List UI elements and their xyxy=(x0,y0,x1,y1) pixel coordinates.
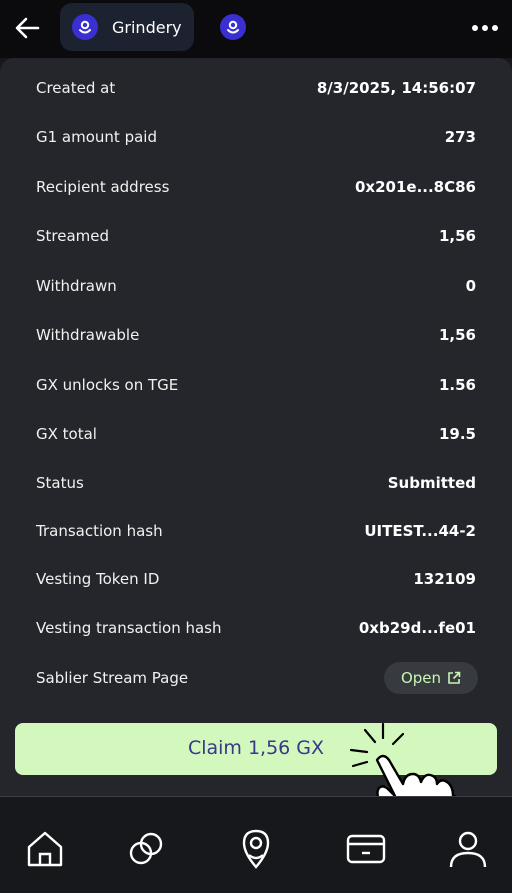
open-sablier-button[interactable]: Open xyxy=(384,662,478,694)
detail-label: Transaction hash xyxy=(36,522,163,540)
detail-row: Recipient address 0x201e...8C86 xyxy=(36,172,476,202)
detail-label: Status xyxy=(36,474,84,492)
detail-label: G1 amount paid xyxy=(36,128,157,146)
open-button-label: Open xyxy=(400,669,442,687)
detail-value: UITEST...44-2 xyxy=(364,522,476,540)
detail-row: Created at 8/3/2025, 14:56:07 xyxy=(36,73,476,103)
status-value: Submitted xyxy=(387,474,476,492)
more-dots-icon[interactable] xyxy=(470,20,500,36)
tab-grindery[interactable]: Grindery xyxy=(60,3,194,51)
detail-label: Withdrawable xyxy=(36,326,140,344)
grindery-nav-icon[interactable] xyxy=(234,827,278,871)
detail-row: Streamed 1,56 xyxy=(36,221,476,251)
detail-label: GX total xyxy=(36,425,97,443)
detail-row: Vesting Token ID 132109 xyxy=(36,564,476,594)
sablier-label: Sablier Stream Page xyxy=(36,669,189,687)
detail-label: Streamed xyxy=(36,227,110,245)
detail-row: Withdrawn 0 xyxy=(36,271,476,301)
detail-value: 8/3/2025, 14:56:07 xyxy=(316,79,476,97)
detail-label: Vesting transaction hash xyxy=(36,619,222,637)
home-icon[interactable] xyxy=(23,827,67,871)
detail-value: 273 xyxy=(444,128,476,146)
details-panel: Created at 8/3/2025, 14:56:07 G1 amount … xyxy=(0,58,512,796)
sablier-row: Sablier Stream Page Open xyxy=(36,662,478,694)
detail-label: Created at xyxy=(36,79,116,97)
detail-label: GX unlocks on TGE xyxy=(36,376,179,394)
grindery-logo-icon xyxy=(72,14,98,40)
detail-value: 0 xyxy=(465,277,476,295)
tab-label: Grindery xyxy=(112,18,182,37)
detail-value: 19.5 xyxy=(438,425,476,443)
detail-label: Recipient address xyxy=(36,178,170,196)
detail-value: 1,56 xyxy=(438,326,476,344)
circles-icon[interactable] xyxy=(124,827,168,871)
detail-row: Transaction hash UITEST...44-2 xyxy=(36,516,476,546)
detail-value: 0x201e...8C86 xyxy=(354,178,476,196)
grindery-logo-icon[interactable] xyxy=(220,14,246,40)
detail-row: Withdrawable 1,56 xyxy=(36,320,476,350)
detail-value: 0xb29d...fe01 xyxy=(358,619,476,637)
detail-row: GX total 19.5 xyxy=(36,419,476,449)
detail-label: Withdrawn xyxy=(36,277,117,295)
profile-icon[interactable] xyxy=(446,827,490,871)
wallet-icon[interactable] xyxy=(344,827,388,871)
detail-row: Vesting transaction hash 0xb29d...fe01 xyxy=(36,613,476,643)
top-bar: Grindery xyxy=(0,0,512,58)
back-arrow-icon[interactable] xyxy=(12,12,44,44)
detail-value: 132109 xyxy=(413,570,476,588)
detail-row: Status Submitted xyxy=(36,468,476,498)
external-link-icon xyxy=(448,671,461,684)
bottom-nav xyxy=(0,797,512,893)
detail-label: Vesting Token ID xyxy=(36,570,160,588)
detail-value: 1,56 xyxy=(438,227,476,245)
detail-row: G1 amount paid 273 xyxy=(36,122,476,152)
detail-value: 1.56 xyxy=(438,376,476,394)
detail-row: GX unlocks on TGE 1.56 xyxy=(36,370,476,400)
